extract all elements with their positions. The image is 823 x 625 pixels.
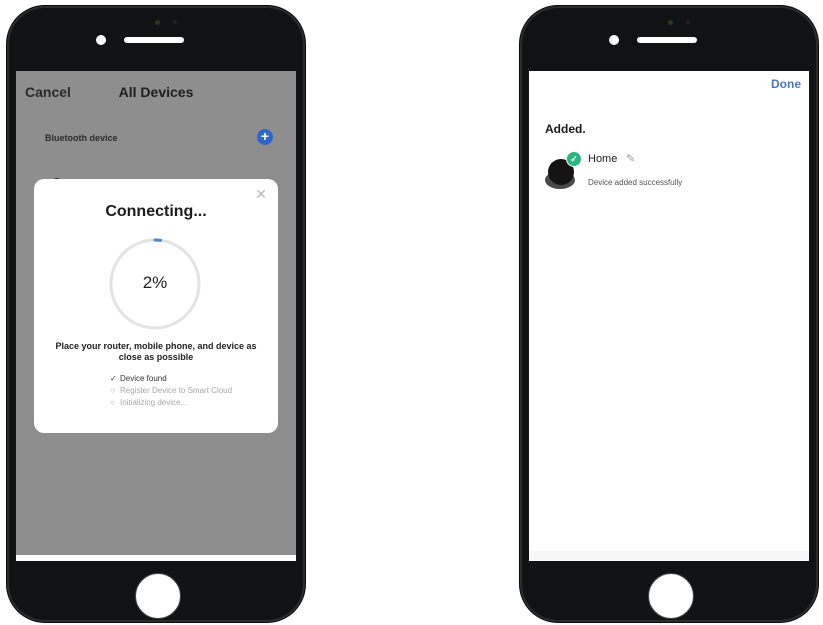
pending-circle-icon: ○ bbox=[110, 386, 115, 395]
camera-dot bbox=[155, 20, 160, 25]
camera-dot-secondary bbox=[173, 20, 177, 24]
check-icon: ✓ bbox=[566, 151, 582, 167]
earpiece-speaker bbox=[124, 37, 184, 43]
step-device-found: ✓ Device found bbox=[110, 373, 232, 385]
home-button[interactable] bbox=[135, 573, 181, 619]
bottom-sheet-edge bbox=[16, 555, 296, 561]
step-label: Register Device to Smart Cloud bbox=[120, 386, 233, 395]
phone-frame-left: All Devices Cancel Bluetooth device + ✕ … bbox=[7, 6, 305, 622]
pencil-icon[interactable]: ✎ bbox=[626, 152, 635, 165]
plus-icon[interactable]: + bbox=[257, 129, 273, 145]
check-icon: ✓ bbox=[110, 374, 117, 383]
camera-dot bbox=[668, 20, 673, 25]
front-camera bbox=[96, 35, 106, 45]
close-icon[interactable]: ✕ bbox=[255, 186, 267, 203]
step-label: Initializing device... bbox=[120, 398, 188, 407]
added-heading: Added. bbox=[545, 122, 586, 136]
pending-circle-icon: ○ bbox=[110, 398, 115, 407]
bluetooth-device-label: Bluetooth device bbox=[45, 133, 118, 143]
step-register-cloud: ○ Register Device to Smart Cloud bbox=[110, 385, 232, 397]
progress-ring: 2% bbox=[108, 237, 202, 331]
connecting-screen: All Devices Cancel Bluetooth device + ✕ … bbox=[16, 71, 296, 561]
done-button[interactable]: Done bbox=[771, 77, 801, 91]
bottom-edge bbox=[529, 551, 809, 561]
phone-frame-right: Done Added. ✓ Home ✎ Device added succes… bbox=[520, 6, 818, 622]
device-name: Home bbox=[588, 153, 618, 165]
connecting-dialog: ✕ Connecting... 2% Place your router, mo… bbox=[34, 179, 278, 433]
progress-steps: ✓ Device found ○ Register Device to Smart … bbox=[110, 373, 232, 409]
home-button[interactable] bbox=[648, 573, 694, 619]
front-camera bbox=[609, 35, 619, 45]
earpiece-speaker bbox=[637, 37, 697, 43]
step-label: Device found bbox=[120, 374, 167, 383]
device-status: Device added successfully bbox=[588, 178, 683, 187]
progress-percent: 2% bbox=[142, 273, 168, 292]
cancel-button[interactable]: Cancel bbox=[25, 84, 71, 100]
placement-instruction: Place your router, mobile phone, and dev… bbox=[55, 341, 257, 362]
device-added-screen: Done Added. ✓ Home ✎ Device added succes… bbox=[529, 71, 809, 561]
camera-dot-secondary bbox=[686, 20, 690, 24]
step-initializing: ○ Initializing device... bbox=[110, 397, 232, 409]
dialog-title: Connecting... bbox=[105, 203, 207, 220]
